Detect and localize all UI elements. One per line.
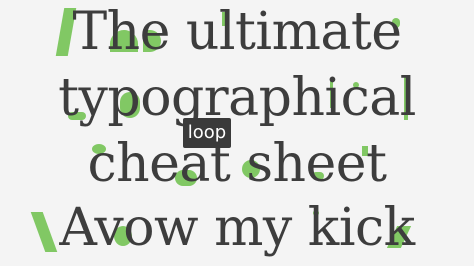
loop-badge[interactable]: loop	[183, 118, 231, 148]
headline-line-4: Avow my kick	[59, 198, 415, 258]
headline-line-3: cheat sheet	[87, 134, 387, 194]
typography-poster: The ultimate typographical cheat sheet A…	[0, 0, 474, 266]
headline-line-1: The ultimate	[72, 2, 402, 62]
headline-line-2: typographical	[58, 68, 416, 128]
